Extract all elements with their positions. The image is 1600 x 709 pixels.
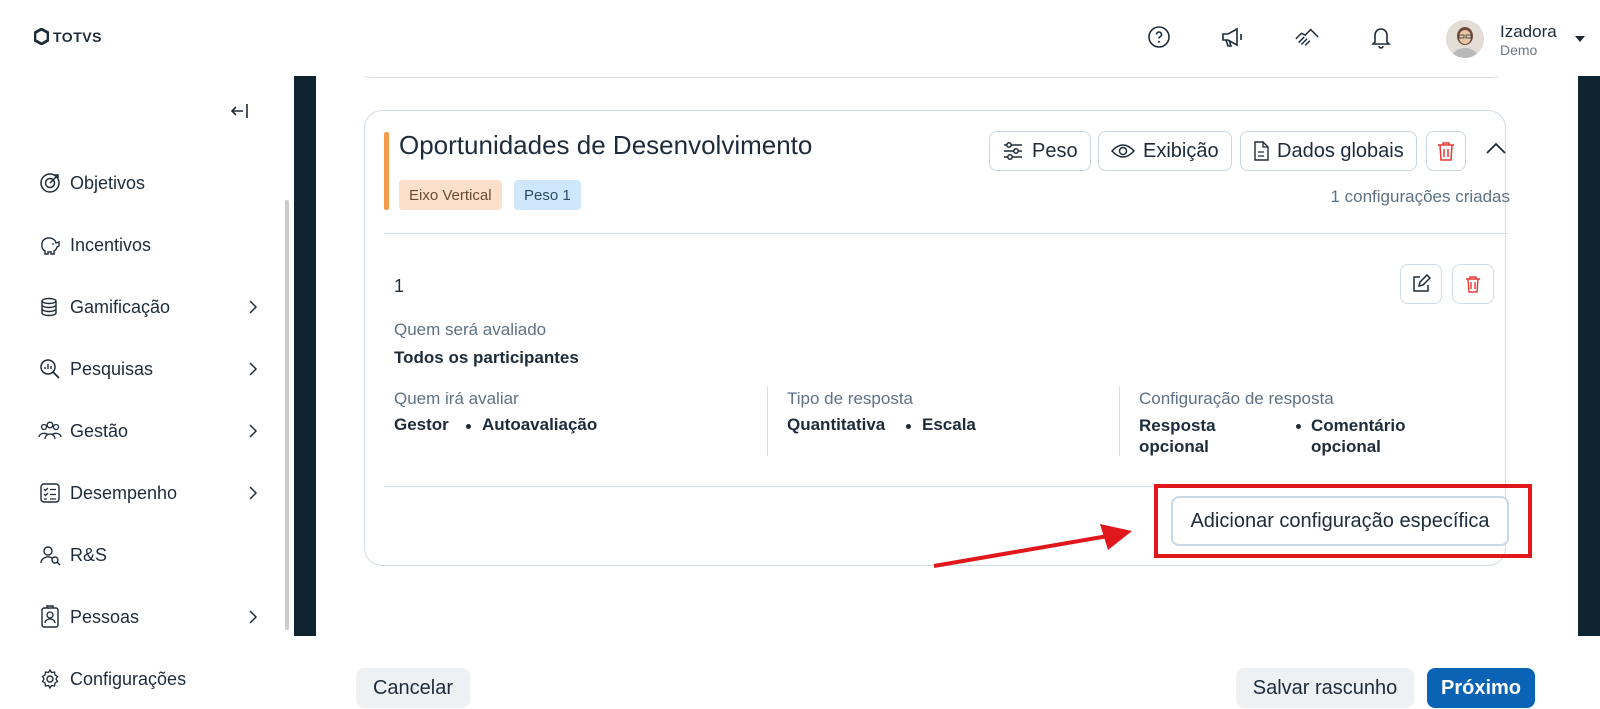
sidebar-item-gestao[interactable]: Gestão	[38, 416, 258, 446]
response-config-label: Configuração de resposta	[1139, 389, 1334, 408]
display-button[interactable]: Exibição	[1098, 131, 1232, 171]
sidebar-item-objetivos[interactable]: Objetivos	[38, 168, 258, 198]
delete-card-button[interactable]	[1426, 131, 1466, 171]
totvs-logo[interactable]: TOTVS	[34, 28, 102, 45]
global-data-button[interactable]: Dados globais	[1240, 131, 1417, 171]
evaluator-value-2: Autoavaliação	[482, 415, 598, 434]
user-name[interactable]: Izadora	[1500, 22, 1557, 42]
rule-index: 1	[394, 276, 405, 296]
sidebar-item-label: Desempenho	[70, 482, 178, 503]
help-icon[interactable]	[1146, 24, 1172, 50]
response-type-label: Tipo de resposta	[787, 389, 913, 408]
sidebar-item-configuracoes[interactable]: Configurações	[38, 664, 258, 694]
logo-text: TOTVS	[53, 28, 102, 45]
save-draft-button[interactable]: Salvar rascunho	[1236, 668, 1414, 708]
sidebar-item-label: Gestão	[70, 420, 129, 441]
annotation-arrow-icon	[933, 524, 1132, 568]
sidebar-item-label: Pesquisas	[70, 358, 154, 379]
evaluator-label: Quem irá avaliar	[394, 389, 519, 408]
next-button[interactable]: Próximo	[1427, 668, 1535, 708]
totvs-logo-icon	[34, 28, 49, 45]
collapse-sidebar-icon[interactable]	[230, 102, 250, 120]
handshake-icon[interactable]	[1294, 24, 1320, 50]
sliders-icon	[1004, 142, 1022, 160]
sidebar-item-label: Objetivos	[70, 172, 146, 193]
bullet	[1296, 424, 1301, 429]
card-divider	[384, 233, 1508, 234]
trash-icon	[1466, 276, 1480, 293]
piggy-bank-icon	[38, 233, 62, 257]
checklist-icon	[38, 481, 62, 505]
response-type-value-1: Quantitativa	[787, 415, 886, 434]
bullet	[466, 424, 471, 429]
config-count-text: 1 configurações criadas	[1330, 187, 1510, 206]
edit-rule-button[interactable]	[1400, 264, 1442, 304]
sidebar-item-label: R&S	[70, 544, 108, 565]
megaphone-icon[interactable]	[1220, 24, 1246, 50]
document-icon	[1254, 141, 1269, 161]
sidebar-scrollbar[interactable]	[285, 200, 289, 630]
column-separator	[1119, 386, 1120, 456]
axis-tag: Eixo Vertical	[399, 180, 502, 210]
user-role: Demo	[1500, 42, 1538, 58]
person-search-icon	[38, 543, 62, 567]
caret-down-icon[interactable]	[1574, 35, 1586, 43]
weight-button[interactable]: Peso	[989, 131, 1091, 171]
coins-icon	[38, 295, 62, 319]
bullet	[906, 424, 911, 429]
chevron-up-icon[interactable]	[1485, 141, 1507, 155]
sidebar-item-pessoas[interactable]: Pessoas	[38, 602, 258, 632]
evaluator-value-1: Gestor	[394, 415, 449, 434]
sidebar-item-label: Configurações	[70, 668, 187, 689]
sidebar: Objetivos Incentivos Gamificação Pesquis…	[0, 76, 290, 709]
column-separator	[767, 386, 768, 456]
delete-rule-button[interactable]	[1452, 264, 1494, 304]
eye-icon	[1111, 144, 1135, 158]
badge-icon	[38, 605, 62, 629]
target-icon	[38, 171, 62, 195]
chevron-right-icon	[249, 362, 258, 376]
gear-icon	[38, 667, 62, 691]
bell-icon[interactable]	[1368, 24, 1394, 50]
annotation-highlight-box	[1154, 484, 1532, 558]
response-config-value-2: Comentário opcional	[1311, 416, 1406, 456]
avatar[interactable]	[1446, 20, 1484, 58]
sidebar-item-incentivos[interactable]: Incentivos	[38, 230, 258, 260]
sidebar-item-label: Incentivos	[70, 234, 152, 255]
sidebar-item-label: Gamificação	[70, 296, 171, 317]
sidebar-item-pesquisas[interactable]: Pesquisas	[38, 354, 258, 384]
chevron-right-icon	[249, 300, 258, 314]
top-header: TOTVS Izadora Demo	[0, 0, 1600, 76]
global-data-button-label: Dados globais	[1277, 139, 1404, 162]
sidebar-item-label: Pessoas	[70, 606, 140, 627]
evaluated-value: Todos os participantes	[394, 348, 579, 367]
sidebar-item-desempenho[interactable]: Desempenho	[38, 478, 258, 508]
display-button-label: Exibição	[1143, 139, 1219, 162]
sidebar-item-rs[interactable]: R&S	[38, 540, 258, 570]
search-chart-icon	[38, 357, 62, 381]
trash-icon	[1438, 142, 1454, 161]
weight-tag: Peso 1	[514, 180, 581, 210]
weight-button-label: Peso	[1032, 139, 1078, 162]
response-type-value-2: Escala	[922, 415, 976, 434]
people-icon	[38, 419, 62, 443]
cancel-button[interactable]: Cancelar	[356, 668, 470, 708]
chevron-right-icon	[249, 424, 258, 438]
card-accent-bar	[384, 132, 389, 210]
edit-icon	[1413, 274, 1431, 292]
user-photo-icon	[1446, 20, 1484, 58]
sidebar-item-gamificacao[interactable]: Gamificação	[38, 292, 258, 322]
response-config-value-1: Resposta opcional	[1139, 416, 1216, 456]
evaluated-label: Quem será avaliado	[394, 320, 547, 339]
chevron-right-icon	[249, 610, 258, 624]
chevron-right-icon	[249, 486, 258, 500]
card-title: Oportunidades de Desenvolvimento	[399, 130, 813, 160]
